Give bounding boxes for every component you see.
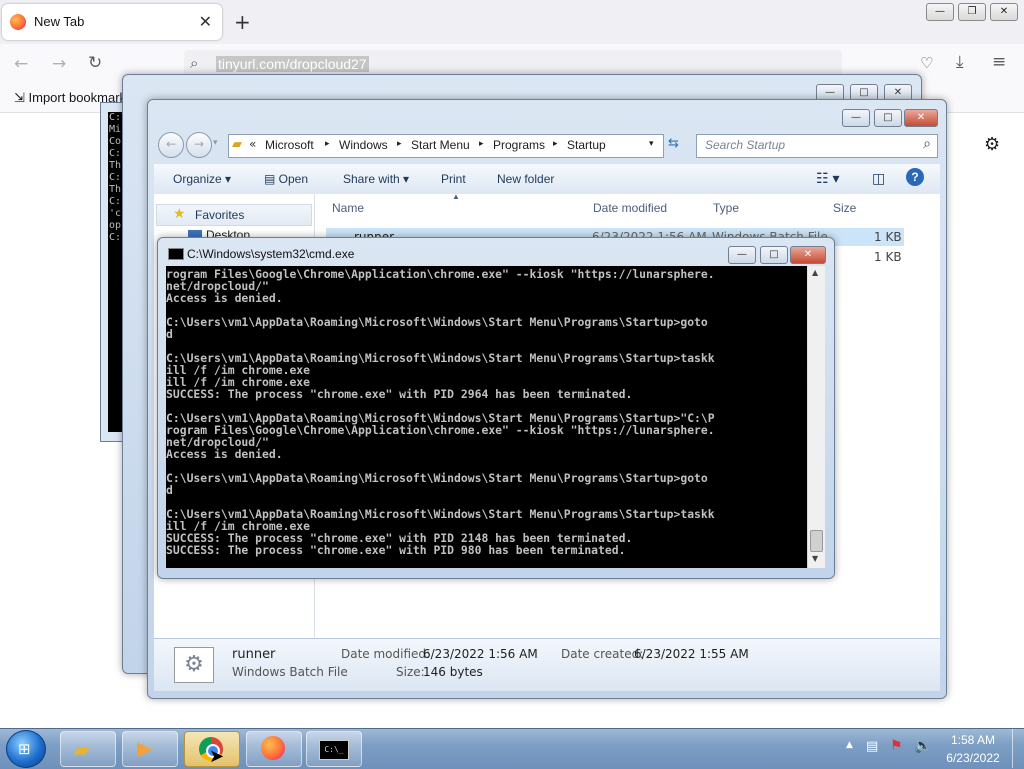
details-file-name: runner: [232, 647, 276, 662]
show-hidden-icons-icon[interactable]: ▲: [846, 740, 853, 750]
firefox-icon: [261, 736, 285, 760]
cmd-close-button[interactable]: ✕: [790, 246, 826, 264]
cmd-minimize-button[interactable]: —: [728, 246, 756, 264]
sort-arrow-icon: ▲: [452, 192, 460, 201]
refresh-icon[interactable]: ⇆: [668, 136, 679, 151]
star-icon: ★: [173, 206, 186, 222]
batch-file-gear-icon: ⚙: [174, 647, 214, 683]
share-with-button[interactable]: Share with ▾: [343, 172, 409, 186]
cmd-window-title: C:\Windows\system32\cmd.exe: [187, 247, 355, 261]
new-tab-button[interactable]: +: [234, 10, 251, 34]
settings-gear-icon[interactable]: ⚙: [984, 134, 1000, 155]
address-dropdown-icon[interactable]: ▾: [649, 138, 654, 149]
organize-button[interactable]: Organize ▾: [173, 172, 231, 186]
start-button[interactable]: ⊞: [6, 730, 46, 768]
open-button[interactable]: ▤ Open: [264, 172, 308, 186]
breadcrumb-separator-icon[interactable]: ▸: [479, 138, 484, 149]
recent-pages-chevron-icon[interactable]: ▾: [213, 138, 218, 148]
tab-title: New Tab: [34, 14, 85, 29]
close-tab-icon[interactable]: ✕: [199, 12, 212, 31]
change-view-icon[interactable]: ☷ ▾: [816, 170, 839, 187]
show-desktop-button[interactable]: [1012, 729, 1024, 768]
favorites-header[interactable]: ★ Favorites: [156, 204, 312, 226]
new-folder-button[interactable]: New folder: [497, 172, 554, 186]
taskbar-media-player[interactable]: ▶: [122, 731, 178, 767]
download-icon[interactable]: ⤓: [956, 52, 964, 72]
action-center-flag-icon[interactable]: ⚑: [890, 738, 903, 754]
firefox-icon: [10, 14, 26, 30]
details-created-value: 6/23/2022 1:55 AM: [634, 647, 749, 661]
column-date-modified[interactable]: Date modified: [593, 201, 667, 215]
media-player-icon: ▶: [137, 736, 153, 760]
scroll-down-icon[interactable]: ▼: [812, 554, 818, 563]
clock-time[interactable]: 1:58 AM: [950, 733, 996, 747]
forward-button[interactable]: →: [186, 132, 212, 158]
breadcrumb-startup[interactable]: Startup: [567, 138, 606, 152]
explorer-maximize-button[interactable]: □: [874, 109, 902, 127]
volume-icon[interactable]: 🔈: [914, 738, 931, 754]
cmd-title-icon: [168, 248, 184, 260]
details-created-label: Date created:: [561, 647, 644, 661]
details-size-value: 146 bytes: [423, 665, 483, 679]
open-icon: ▤: [264, 172, 279, 186]
breadcrumb-microsoft[interactable]: Microsoft: [265, 138, 314, 152]
cmd-icon: C:\_: [319, 740, 349, 760]
address-bar[interactable]: ▰ « Microsoft ▸ Windows ▸ Start Menu ▸ P…: [228, 134, 664, 158]
details-file-type: Windows Batch File: [232, 665, 348, 679]
breadcrumb-separator-icon[interactable]: ▸: [325, 138, 330, 149]
details-modified-value: 6/23/2022 1:56 AM: [423, 647, 538, 661]
search-input[interactable]: Search Startup ⌕: [696, 134, 938, 158]
scrollbar-thumb[interactable]: [810, 530, 823, 552]
search-placeholder: Search Startup: [705, 138, 786, 152]
scroll-up-icon[interactable]: ▲: [812, 268, 818, 277]
breadcrumb-programs[interactable]: Programs: [493, 138, 545, 152]
browser-restore-button[interactable]: ❐: [958, 3, 986, 21]
breadcrumb-overflow-icon[interactable]: «: [249, 137, 256, 151]
breadcrumb-start-menu[interactable]: Start Menu: [411, 138, 470, 152]
folder-icon: ▰: [232, 137, 242, 152]
pocket-icon[interactable]: ♡: [920, 54, 933, 72]
forward-arrow-icon[interactable]: →: [52, 54, 66, 74]
details-modified-label: Date modified:: [341, 647, 431, 661]
explorer-folder-icon: ▰: [74, 737, 90, 761]
breadcrumb-separator-icon[interactable]: ▸: [397, 138, 402, 149]
print-button[interactable]: Print: [441, 172, 466, 186]
console-output[interactable]: rogram Files\Google\Chrome\Application\c…: [166, 266, 807, 568]
network-icon[interactable]: ▤: [866, 739, 878, 754]
browser-minimize-button[interactable]: —: [926, 3, 954, 21]
preview-pane-icon[interactable]: ◫: [872, 170, 885, 187]
menu-icon[interactable]: ≡: [992, 52, 1006, 72]
taskbar-cmd[interactable]: C:\_: [306, 731, 362, 767]
windows-logo-icon: ⊞: [18, 740, 31, 758]
cmd-scrollbar[interactable]: ▲ ▼: [808, 266, 825, 568]
clock-date[interactable]: 6/23/2022: [942, 751, 1004, 765]
browser-close-button[interactable]: ✕: [990, 3, 1018, 21]
cmd-maximize-button[interactable]: □: [760, 246, 788, 264]
favorites-label: Favorites: [195, 208, 245, 222]
taskbar-firefox[interactable]: [246, 731, 302, 767]
column-size[interactable]: Size: [833, 201, 856, 215]
back-arrow-icon[interactable]: ←: [14, 54, 28, 74]
import-icon: ⇲: [14, 90, 29, 105]
reload-icon[interactable]: ↻: [88, 53, 102, 73]
explorer-minimize-button[interactable]: —: [842, 109, 870, 127]
breadcrumb-separator-icon[interactable]: ▸: [553, 138, 558, 149]
command-bar: Organize ▾ ▤ Open Share with ▾ Print New…: [154, 164, 940, 195]
console-text: rogram Files\Google\Chrome\Application\c…: [166, 267, 715, 557]
breadcrumb-windows[interactable]: Windows: [339, 138, 388, 152]
help-icon[interactable]: ?: [906, 168, 924, 186]
column-type[interactable]: Type: [713, 201, 739, 215]
details-pane: ⚙ runner Windows Batch File Date modifie…: [154, 638, 940, 691]
taskbar-chrome[interactable]: ➤: [184, 731, 240, 767]
tab-new-tab[interactable]: New Tab ✕: [2, 4, 222, 40]
taskbar-explorer[interactable]: ▰: [60, 731, 116, 767]
details-size-label: Size:: [396, 665, 425, 679]
back-button[interactable]: ←: [158, 132, 184, 158]
search-icon: ⌕: [190, 54, 199, 72]
explorer-close-button[interactable]: ✕: [904, 109, 938, 127]
column-name[interactable]: Name: [332, 201, 364, 215]
search-icon: ⌕: [923, 136, 931, 152]
url-text[interactable]: tinyurl.com/dropcloud27: [216, 56, 369, 72]
mouse-cursor-icon: ➤: [209, 746, 225, 767]
